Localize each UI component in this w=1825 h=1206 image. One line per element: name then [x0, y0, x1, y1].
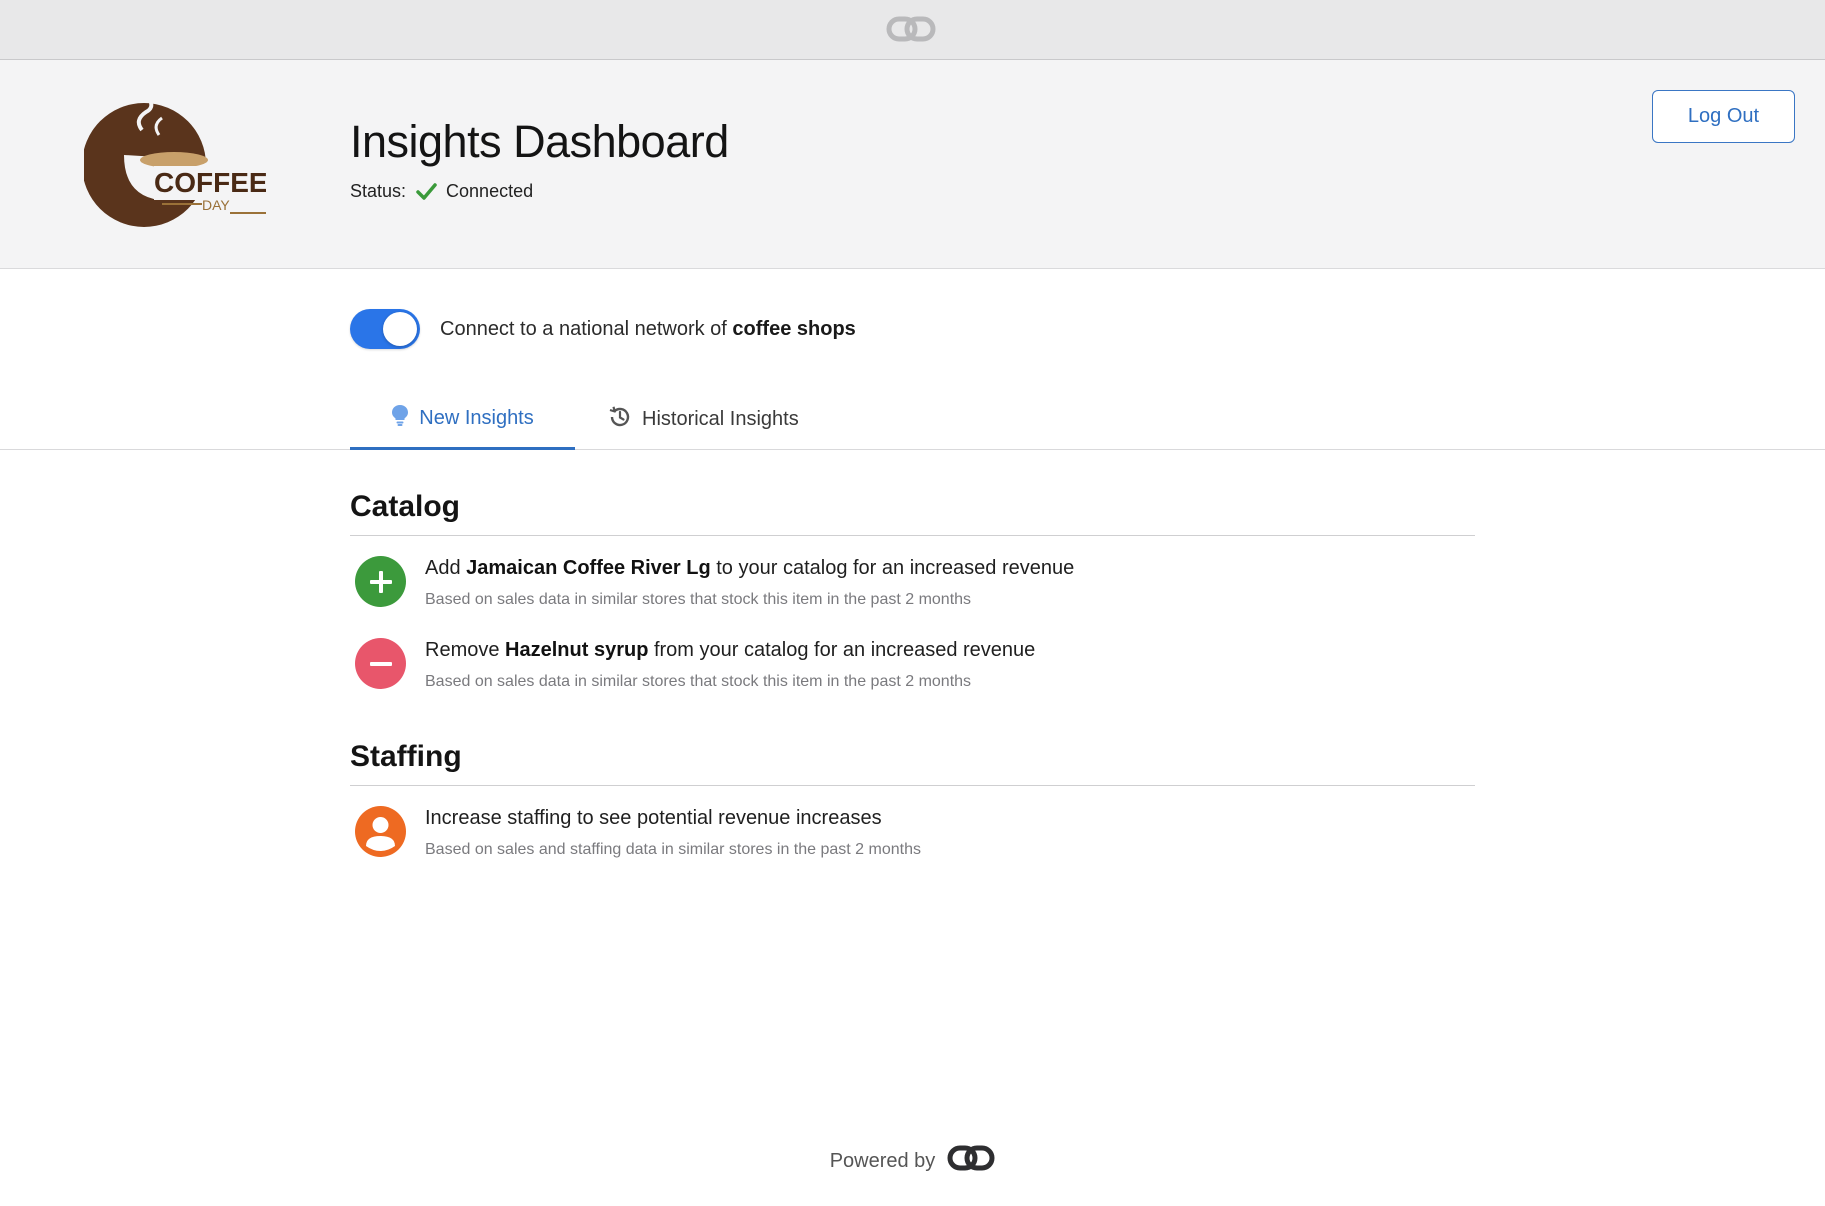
logo-text-day: DAY	[202, 197, 230, 213]
history-icon	[608, 405, 632, 435]
insight-outcome: to your catalog for an increased revenue	[716, 557, 1075, 579]
insight-text: Increase staffing to see potential reven…	[425, 807, 882, 829]
insight-item: Increase staffing to see potential reven…	[350, 806, 1475, 866]
insight-detail: Based on sales data in similar stores th…	[425, 591, 972, 608]
link-brand-icon	[886, 13, 936, 50]
section-divider	[350, 535, 1475, 536]
insight-item: Remove Hazelnut syrup from your catalog …	[350, 638, 1475, 698]
insight-item: Add Jamaican Coffee River Lg to your cat…	[350, 556, 1475, 616]
minus-icon	[355, 638, 406, 689]
network-toggle-label: Connect to a national network of coffee …	[440, 318, 856, 341]
tab-historical-insights[interactable]: Historical Insights	[608, 389, 799, 450]
lightbulb-icon	[391, 404, 409, 432]
insight-action: Add	[425, 557, 461, 579]
insight-action: Remove	[425, 639, 500, 661]
checkmark-icon	[415, 180, 437, 202]
person-icon	[355, 806, 406, 857]
tab-label: Historical Insights	[642, 408, 799, 430]
insight-product: Hazelnut syrup	[505, 639, 649, 661]
plus-icon	[355, 556, 406, 607]
section-divider	[350, 785, 1475, 786]
insight-outcome: from your catalog for an increased reven…	[653, 639, 1036, 661]
status-label: Status:	[350, 180, 407, 201]
page-title: Insights Dashboard	[350, 116, 729, 167]
insight-text: Add Jamaican Coffee River Lg to your cat…	[425, 557, 1074, 580]
log-out-button[interactable]: Log Out	[1652, 90, 1795, 143]
header: COFFEE DAY Insights Dashboard Status: Co…	[0, 60, 1825, 269]
status-value: Connected	[446, 180, 534, 201]
section-title-staffing: Staffing	[350, 740, 462, 773]
powered-by-label: Powered by	[829, 1149, 936, 1172]
toggle-label-highlight: coffee shops	[732, 317, 856, 340]
insight-tabs: New Insights Historical Insights	[0, 389, 1825, 450]
link-brand-icon	[947, 1142, 995, 1180]
tab-new-insights[interactable]: New Insights	[350, 389, 575, 450]
top-bar	[0, 0, 1825, 60]
footer: Powered by	[0, 1143, 1825, 1179]
toggle-label-text: Connect to a national network of	[440, 317, 727, 340]
connection-status: Status: Connected	[350, 180, 533, 202]
logo-text-coffee: COFFEE	[154, 167, 266, 198]
insight-text: Remove Hazelnut syrup from your catalog …	[425, 639, 1035, 662]
brand-logo: COFFEE DAY	[82, 99, 268, 235]
tab-label: New Insights	[419, 406, 534, 429]
section-title-catalog: Catalog	[350, 490, 461, 523]
network-toggle[interactable]	[350, 309, 420, 349]
insight-detail: Based on sales and staffing data in simi…	[425, 841, 921, 858]
network-toggle-row: Connect to a national network of coffee …	[350, 309, 856, 349]
insight-detail: Based on sales data in similar stores th…	[425, 673, 972, 690]
insight-product: Jamaican Coffee River Lg	[466, 557, 711, 579]
toggle-knob	[383, 312, 417, 346]
